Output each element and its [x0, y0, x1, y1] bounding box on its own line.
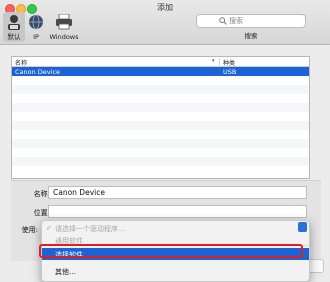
use-label: 使用: — [21, 226, 38, 234]
checkmark-icon: ✓ — [46, 224, 52, 232]
empty-row — [12, 139, 309, 148]
name-field[interactable]: Canon Device — [48, 186, 307, 199]
printer-row[interactable]: Canon Device USB — [12, 67, 309, 76]
column-divider — [219, 58, 220, 65]
menu-item-other[interactable]: 其他… — [42, 265, 309, 277]
printer-list[interactable]: 名称 ▾ 种类 Canon Device USB — [11, 56, 310, 179]
toolbar-ip-button[interactable]: IP — [27, 12, 45, 42]
printer-name: Canon Device — [15, 68, 61, 76]
empty-row — [12, 103, 309, 112]
popup-stepper-icon[interactable] — [298, 222, 307, 232]
sort-arrow-icon: ▾ — [212, 58, 215, 64]
name-label: 名称: — [33, 190, 50, 198]
empty-row — [12, 121, 309, 130]
search-input[interactable]: 搜索 — [196, 14, 306, 28]
search-label: 搜索 — [244, 32, 258, 40]
toolbar-windows-button[interactable]: Windows — [49, 12, 79, 42]
printer-kind: USB — [223, 68, 237, 76]
location-field[interactable] — [48, 205, 307, 218]
menu-item-select-driver: ✓ 请选择一个驱动程序… — [46, 224, 125, 233]
printer-icon — [56, 14, 72, 30]
name-field-value: Canon Device — [53, 188, 105, 197]
empty-row — [12, 157, 309, 166]
search-icon — [219, 17, 227, 25]
default-printer-icon — [8, 15, 20, 30]
empty-row — [12, 85, 309, 94]
highlight-outline — [39, 244, 303, 258]
toolbar-ip-label: IP — [33, 33, 39, 41]
globe-icon — [29, 14, 43, 30]
toolbar-default-button[interactable]: 默认 — [3, 12, 25, 42]
column-header-name[interactable]: 名称 — [15, 58, 27, 67]
column-header-kind[interactable]: 种类 — [223, 58, 235, 67]
search-placeholder: 搜索 — [229, 17, 243, 25]
list-header: 名称 ▾ 种类 — [12, 57, 309, 67]
toolbar-default-label: 默认 — [7, 33, 21, 41]
location-label: 位置: — [33, 209, 50, 217]
toolbar-windows-label: Windows — [49, 33, 79, 41]
